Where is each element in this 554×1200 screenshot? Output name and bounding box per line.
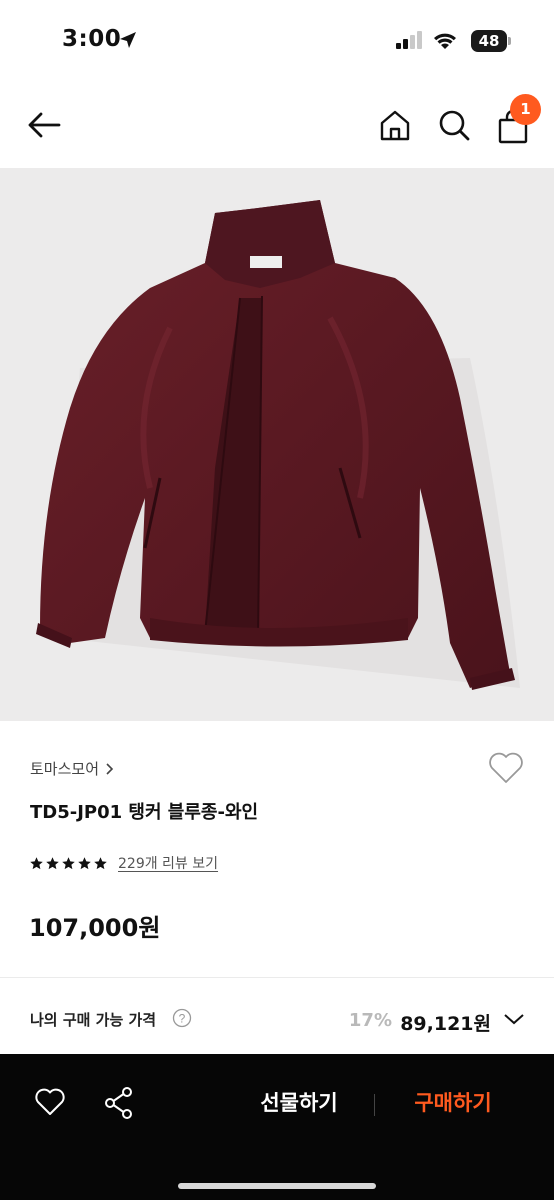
review-link[interactable]: 229개 리뷰 보기 bbox=[118, 853, 218, 873]
star-icon bbox=[30, 856, 43, 869]
jacket-photo bbox=[36, 200, 520, 690]
cellular-signal-icon bbox=[396, 31, 422, 49]
home-icon[interactable] bbox=[378, 108, 412, 142]
my-price-label: 나의 구매 가능 가격 bbox=[30, 1011, 157, 1029]
home-indicator bbox=[178, 1183, 376, 1189]
gift-button[interactable]: 선물하기 bbox=[240, 1087, 358, 1117]
buy-button[interactable]: 구매하기 bbox=[394, 1087, 512, 1117]
status-bar: 3:00 48 bbox=[0, 0, 554, 84]
status-time: 3:00 bbox=[62, 26, 122, 52]
star-icon bbox=[94, 856, 107, 869]
my-price-row[interactable]: 나의 구매 가능 가격 ? 17% 89,121원 bbox=[0, 978, 554, 1054]
wishlist-heart-icon[interactable] bbox=[488, 752, 524, 784]
product-image[interactable] bbox=[0, 168, 554, 721]
brand-link[interactable]: 토마스모어 bbox=[30, 758, 114, 779]
heart-icon[interactable] bbox=[34, 1088, 66, 1116]
star-icon bbox=[62, 856, 75, 869]
star-icon bbox=[46, 856, 59, 869]
battery-cap bbox=[508, 37, 511, 45]
cart-count-badge: 1 bbox=[510, 94, 541, 125]
battery-level: 48 bbox=[478, 32, 500, 50]
star-icon bbox=[78, 856, 91, 869]
share-icon[interactable] bbox=[103, 1086, 135, 1120]
brand-name: 토마스모어 bbox=[30, 760, 100, 778]
location-arrow-icon bbox=[120, 32, 136, 48]
product-price: 107,000원 bbox=[29, 914, 161, 942]
bottom-action-bar: 선물하기 구매하기 bbox=[0, 1054, 554, 1200]
battery-icon: 48 bbox=[471, 30, 507, 52]
help-question-icon[interactable]: ? bbox=[172, 1008, 192, 1028]
top-nav-bar bbox=[0, 84, 554, 168]
button-separator bbox=[374, 1094, 375, 1116]
rating-row: 229개 리뷰 보기 bbox=[29, 853, 218, 873]
search-icon[interactable] bbox=[437, 108, 471, 142]
svg-text:?: ? bbox=[179, 1012, 186, 1026]
wifi-icon bbox=[434, 33, 456, 49]
product-title: TD5-JP01 탱커 블루종-와인 bbox=[30, 802, 259, 823]
my-price-discount: 17% bbox=[348, 1010, 392, 1031]
back-arrow-icon[interactable] bbox=[26, 110, 62, 140]
rating-stars bbox=[29, 856, 108, 871]
my-price-value: 89,121원 bbox=[400, 1013, 491, 1035]
chevron-right-icon bbox=[106, 762, 114, 775]
chevron-down-icon[interactable] bbox=[503, 1012, 525, 1026]
